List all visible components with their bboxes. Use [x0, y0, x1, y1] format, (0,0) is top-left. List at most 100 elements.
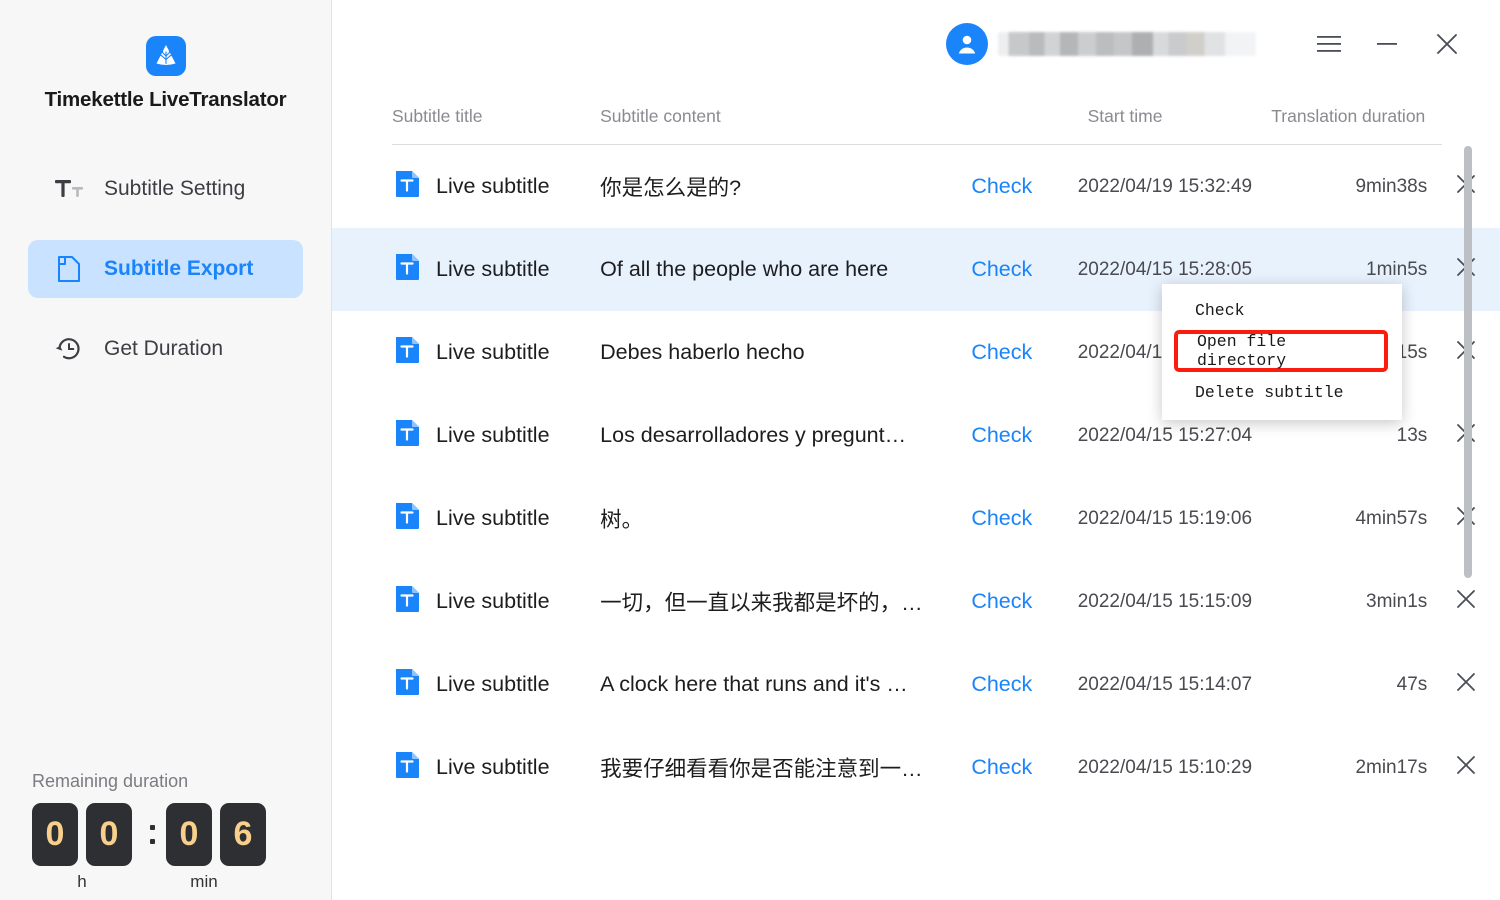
sidebar-item-subtitle-export[interactable]: Subtitle Export	[28, 240, 303, 298]
row-start-time: 2022/04/15 15:10:29	[1077, 756, 1253, 778]
row-title-cell: Live subtitle	[392, 667, 600, 703]
table-body: Live subtitle 你是怎么是的? Check 2022/04/19 15:3…	[332, 145, 1500, 809]
row-translation-duration: 9min38s	[1355, 175, 1428, 197]
row-title-cell: Live subtitle	[392, 335, 600, 371]
main-panel: Subtitle title Subtitle content Start ti…	[332, 0, 1500, 900]
app-window: Timekettle LiveTranslator Subtitle Setti…	[0, 0, 1500, 900]
row-title-label: Live subtitle	[436, 755, 550, 779]
context-menu-item[interactable]: Delete subtitle	[1162, 374, 1402, 410]
row-translation-duration: 13s	[1396, 424, 1428, 446]
close-icon[interactable]	[1424, 21, 1470, 67]
sidebar-item-label: Get Duration	[104, 337, 224, 360]
row-title-cell: Live subtitle	[392, 501, 600, 537]
check-link[interactable]: Check	[971, 174, 1057, 199]
table-row[interactable]: Live subtitle 树。 Check 2022/04/15 15:19:06 4…	[332, 477, 1500, 560]
remaining-duration-label: Remaining duration	[32, 771, 189, 791]
sidebar-item-label: Subtitle Export	[104, 257, 254, 280]
brand: Timekettle LiveTranslator	[0, 0, 331, 112]
account-area[interactable]	[946, 23, 1256, 65]
row-title-label: Live subtitle	[436, 257, 550, 281]
check-link[interactable]: Check	[971, 589, 1057, 614]
row-translation-duration: 3min1s	[1366, 590, 1428, 612]
tree-logo-icon	[145, 36, 186, 76]
subtitle-file-icon	[392, 169, 436, 205]
row-start-time: 2022/04/15 15:15:09	[1077, 590, 1253, 612]
file-export-icon	[54, 254, 84, 284]
row-title-cell: Live subtitle	[392, 584, 600, 620]
remaining-duration-timer: Remaining duration 0 0 0 6 h min	[32, 771, 302, 892]
table-row[interactable]: Live subtitle 一切，但一直以来我都是坏的，… Check 2022/04…	[332, 560, 1500, 643]
row-title-label: Live subtitle	[436, 672, 550, 696]
row-title-cell: Live subtitle	[392, 252, 600, 288]
row-content-cell: Of all the people who are here	[600, 257, 889, 281]
row-start-time: 2022/04/15 15:27:04	[1077, 424, 1253, 446]
table-row[interactable]: Live subtitle 我要仔细看看你是否能注意到一… Check 2022/04…	[332, 726, 1500, 809]
check-link[interactable]: Check	[971, 423, 1057, 448]
timer-colon	[142, 825, 162, 844]
subtitle-file-icon	[392, 667, 436, 703]
username-redacted	[998, 32, 1256, 56]
header-subtitle-content: Subtitle content	[600, 105, 721, 126]
check-link[interactable]: Check	[971, 672, 1057, 697]
subtitle-table: Subtitle title Subtitle content Start ti…	[332, 88, 1500, 900]
row-content-cell: Los desarrolladores y pregunt…	[600, 423, 907, 447]
timer-min-tens: 0	[166, 803, 212, 866]
subtitle-file-icon	[392, 335, 436, 371]
titlebar	[332, 0, 1500, 88]
row-start-time: 2022/04/19 15:32:49	[1077, 175, 1253, 197]
row-content-cell: A clock here that runs and it's …	[600, 672, 908, 696]
row-translation-duration: 1min5s	[1366, 258, 1428, 280]
row-title-cell: Live subtitle	[392, 418, 600, 454]
row-translation-duration: 2min17s	[1355, 756, 1428, 778]
table-row[interactable]: Live subtitle A clock here that runs and …	[332, 643, 1500, 726]
row-content-cell: 你是怎么是的?	[600, 176, 742, 200]
context-menu[interactable]: Check Open file directory Delete subtitle	[1162, 284, 1402, 420]
row-content-cell: Debes haberlo hecho	[600, 340, 805, 364]
app-title: Timekettle LiveTranslator	[44, 88, 287, 111]
check-link[interactable]: Check	[971, 340, 1057, 365]
clock-refresh-icon	[54, 334, 84, 364]
header-start-time: Start time	[1087, 105, 1163, 126]
check-link[interactable]: Check	[971, 755, 1057, 780]
sidebar-item-get-duration[interactable]: Get Duration	[28, 320, 303, 378]
table-row[interactable]: Live subtitle 你是怎么是的? Check 2022/04/19 15:3…	[332, 145, 1500, 228]
sidebar-item-subtitle-setting[interactable]: Subtitle Setting	[28, 160, 303, 218]
subtitle-file-icon	[392, 252, 436, 288]
subtitle-file-icon	[392, 750, 436, 786]
timer-hour-ones: 0	[86, 803, 132, 866]
text-format-icon	[54, 174, 84, 204]
row-translation-duration: 47s	[1396, 673, 1428, 695]
timer-min-ones: 6	[220, 803, 266, 866]
row-title-cell: Live subtitle	[392, 169, 600, 205]
row-start-time: 2022/04/15 15:28:05	[1077, 258, 1253, 280]
timer-unit-minutes: min	[190, 872, 218, 891]
row-title-label: Live subtitle	[436, 423, 550, 447]
context-menu-item[interactable]: Open file directory	[1174, 330, 1388, 372]
row-content-cell: 我要仔细看看你是否能注意到一…	[600, 757, 923, 781]
timer-unit-hours: h	[77, 872, 87, 891]
header-subtitle-title: Subtitle title	[392, 105, 483, 126]
user-avatar-icon[interactable]	[946, 23, 988, 65]
timer-digits: 0 0 0 6	[32, 803, 302, 866]
context-menu-item[interactable]: Check	[1162, 292, 1402, 328]
check-link[interactable]: Check	[971, 506, 1057, 531]
row-translation-duration: 4min57s	[1355, 507, 1428, 529]
timer-units: h min	[32, 872, 302, 892]
header-translation-duration: Translation duration	[1271, 105, 1426, 126]
row-title-label: Live subtitle	[436, 589, 550, 613]
row-title-cell: Live subtitle	[392, 750, 600, 786]
row-title-label: Live subtitle	[436, 340, 550, 364]
row-content-cell: 树。	[600, 508, 644, 532]
subtitle-file-icon	[392, 501, 436, 537]
row-title-label: Live subtitle	[436, 174, 550, 198]
scrollbar-thumb[interactable]	[1464, 146, 1472, 578]
hamburger-menu-icon[interactable]	[1306, 21, 1352, 67]
check-link[interactable]: Check	[971, 257, 1057, 282]
vertical-scrollbar[interactable]	[1464, 146, 1472, 888]
row-title-label: Live subtitle	[436, 506, 550, 530]
sidebar-nav: Subtitle Setting Subtitle Export Get Dur…	[0, 160, 331, 378]
table-header-row: Subtitle title Subtitle content Start ti…	[332, 88, 1500, 144]
row-start-time: 2022/04/15 15:14:07	[1077, 673, 1253, 695]
row-start-time: 2022/04/15 15:19:06	[1077, 507, 1253, 529]
minimize-icon[interactable]	[1364, 21, 1410, 67]
